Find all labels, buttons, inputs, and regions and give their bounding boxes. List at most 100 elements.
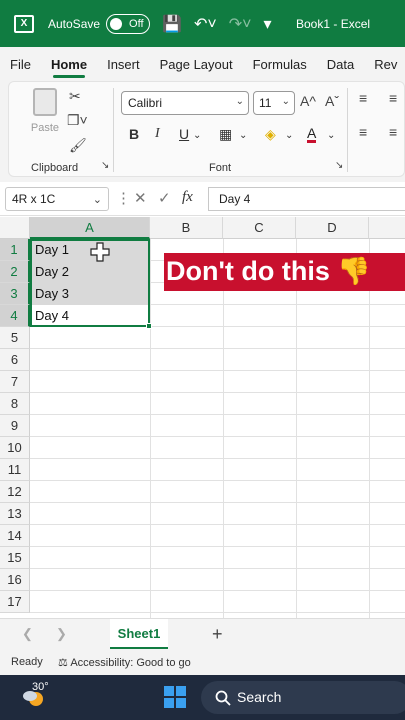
cell-a2[interactable]: Day 2: [30, 261, 149, 283]
taskbar-search[interactable]: Search: [201, 681, 405, 714]
redo-icon[interactable]: ↷˅: [229, 14, 252, 34]
undo-icon[interactable]: ↶˅: [194, 14, 217, 34]
cell-a4[interactable]: Day 4: [30, 305, 149, 327]
increase-font-size-icon[interactable]: A^: [300, 93, 316, 109]
row-header-16[interactable]: 16: [0, 569, 30, 591]
customize-toolbar-icon[interactable]: ▾: [263, 14, 271, 34]
row-header-7[interactable]: 7: [0, 371, 30, 393]
align-center-icon[interactable]: ≡: [389, 124, 397, 140]
tab-file[interactable]: File: [0, 47, 41, 81]
font-launcher-icon[interactable]: ↘: [335, 160, 343, 171]
font-name-select[interactable]: Calibri ⌄: [121, 91, 249, 115]
ribbon-separator: [113, 88, 114, 172]
copy-icon[interactable]: ❐˅: [67, 112, 88, 129]
font-size-value: 11: [259, 96, 272, 110]
accessibility-label: Accessibility: Good to go: [70, 657, 191, 669]
toggle-knob: [110, 17, 123, 30]
chevron-down-icon[interactable]: ⌄: [239, 130, 247, 141]
gridline: [30, 392, 405, 393]
spreadsheet-grid[interactable]: A B C D 1 2 3 4 5 6 7 8 9 10 11 12 13 14 15 16 17 Day 1 …: [0, 217, 405, 618]
row-header-14[interactable]: 14: [0, 525, 30, 547]
cell-a3[interactable]: Day 3: [30, 283, 149, 305]
gridline: [296, 239, 297, 618]
row-header-8[interactable]: 8: [0, 393, 30, 415]
row-header-2[interactable]: 2: [0, 261, 30, 283]
font-size-select[interactable]: 11 ⌄: [253, 91, 295, 115]
format-painter-icon[interactable]: 🖌: [69, 137, 87, 154]
row-header-13[interactable]: 13: [0, 503, 30, 525]
sheet-tab-bar: ❮ ❯ Sheet1 +: [0, 618, 405, 650]
cancel-icon[interactable]: ✕: [134, 189, 147, 207]
italic-button[interactable]: I: [155, 126, 160, 142]
tab-page-layout[interactable]: Page Layout: [150, 47, 243, 81]
row-header-12[interactable]: 12: [0, 481, 30, 503]
previous-sheet-icon[interactable]: ❮: [22, 626, 33, 642]
cross-cursor-icon: [90, 242, 110, 262]
tab-formulas[interactable]: Formulas: [243, 47, 317, 81]
chevron-down-icon: ⌄: [281, 96, 290, 107]
clipboard-launcher-icon[interactable]: ↘: [101, 160, 109, 171]
row-header-4[interactable]: 4: [0, 305, 30, 327]
align-middle-icon[interactable]: ≡: [389, 90, 397, 106]
fill-color-icon[interactable]: ◈: [265, 126, 276, 143]
row-header-11[interactable]: 11: [0, 459, 30, 481]
enter-icon[interactable]: ✓: [158, 189, 171, 207]
tab-data[interactable]: Data: [317, 47, 364, 81]
autosave-toggle[interactable]: Off: [106, 13, 151, 34]
name-box-value: 4R x 1C: [12, 192, 56, 206]
gridline: [30, 370, 405, 371]
row-header-3[interactable]: 3: [0, 283, 30, 305]
font-color-icon[interactable]: A: [307, 126, 317, 143]
sheet-tab-sheet1[interactable]: Sheet1: [110, 619, 168, 649]
select-all-corner[interactable]: [0, 217, 30, 239]
warning-banner: Don't do this 👎: [164, 253, 405, 291]
underline-button[interactable]: U: [179, 126, 189, 142]
column-header-b[interactable]: B: [150, 217, 223, 239]
chevron-down-icon: ⌄: [235, 96, 244, 107]
ribbon-separator: [347, 88, 348, 172]
gridline: [30, 348, 405, 349]
chevron-down-icon[interactable]: ⌄: [285, 130, 293, 141]
accessibility-status[interactable]: ⚖ Accessibility: Good to go: [58, 656, 191, 669]
fill-handle[interactable]: [146, 323, 152, 329]
row-header-17[interactable]: 17: [0, 591, 30, 613]
cut-icon[interactable]: ✂: [69, 88, 81, 105]
row-header-15[interactable]: 15: [0, 547, 30, 569]
tab-insert[interactable]: Insert: [97, 47, 150, 81]
windows-taskbar: 30° Search: [0, 675, 405, 720]
bold-button[interactable]: B: [129, 126, 139, 142]
row-header-6[interactable]: 6: [0, 349, 30, 371]
column-header-c[interactable]: C: [223, 217, 296, 239]
excel-logo-icon: X: [14, 14, 34, 33]
chevron-down-icon[interactable]: ⌄: [193, 130, 201, 141]
decrease-font-size-icon[interactable]: Aˇ: [325, 93, 339, 109]
row-header-10[interactable]: 10: [0, 437, 30, 459]
column-header-d[interactable]: D: [296, 217, 369, 239]
row-header-9[interactable]: 9: [0, 415, 30, 437]
insert-function-icon[interactable]: fx: [182, 189, 193, 206]
column-header-a[interactable]: A: [30, 217, 150, 239]
paste-button[interactable]: Paste: [27, 88, 63, 144]
temperature: 30°: [32, 681, 49, 693]
paste-icon: [33, 88, 57, 116]
workbook-title: Book1 - Excel: [296, 16, 371, 31]
align-left-icon[interactable]: ≡: [359, 124, 367, 140]
name-box[interactable]: 4R x 1C ⌄: [5, 187, 109, 211]
tab-review[interactable]: Rev: [364, 47, 405, 81]
formula-input[interactable]: Day 4: [208, 187, 405, 211]
add-sheet-button[interactable]: +: [212, 624, 223, 645]
tab-home[interactable]: Home: [41, 47, 97, 81]
next-sheet-icon[interactable]: ❯: [56, 626, 67, 642]
column-header-e[interactable]: [369, 217, 405, 239]
save-icon[interactable]: 💾: [162, 14, 182, 34]
windows-start-icon[interactable]: [164, 686, 186, 708]
clipboard-group-label: Clipboard: [31, 162, 79, 174]
chevron-down-icon[interactable]: ⌄: [327, 130, 335, 141]
more-options-icon[interactable]: ⋮: [116, 189, 131, 207]
row-header-1[interactable]: 1: [0, 239, 30, 261]
gridline: [30, 458, 405, 459]
borders-icon[interactable]: ▦: [219, 126, 232, 143]
toggle-state-label: Off: [129, 17, 144, 30]
align-top-icon[interactable]: ≡: [359, 90, 367, 106]
row-header-5[interactable]: 5: [0, 327, 30, 349]
